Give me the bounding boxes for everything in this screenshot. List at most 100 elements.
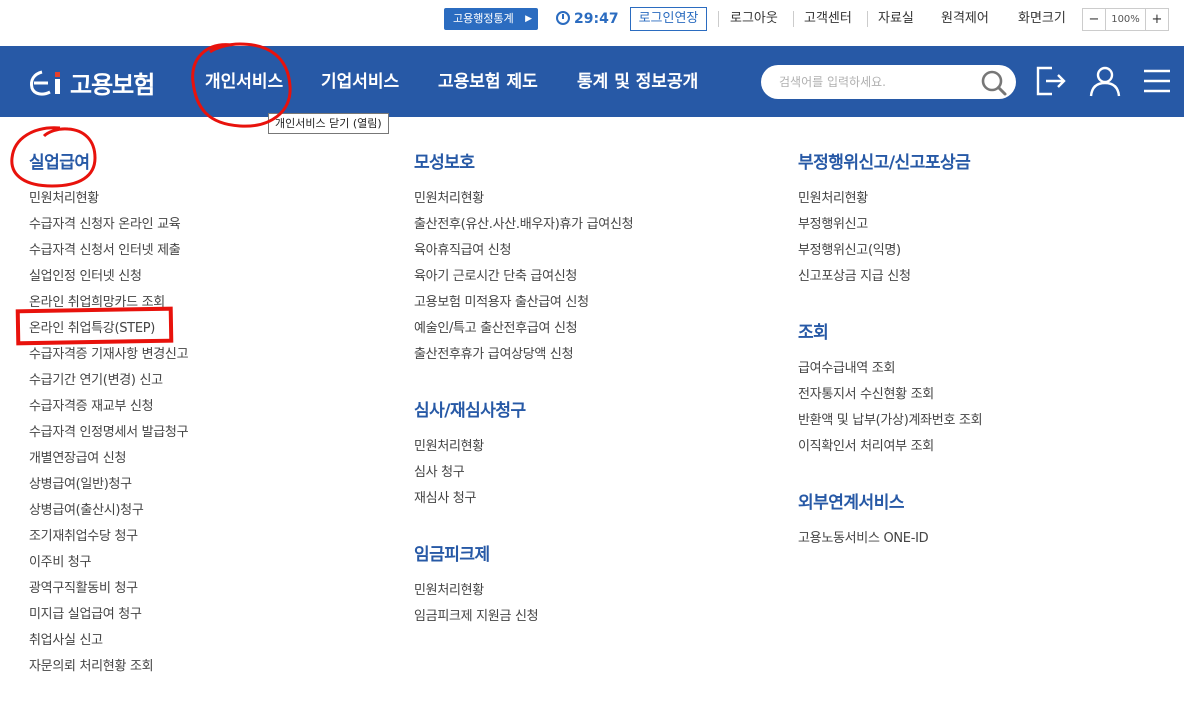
- menu-item[interactable]: 수급자격 신청자 온라인 교육: [29, 212, 188, 238]
- menu-item[interactable]: 신고포상금 지급 신청: [798, 264, 982, 290]
- caret-right-icon: ▶: [525, 14, 532, 24]
- menu-item[interactable]: 임금피크제 지원금 신청: [414, 604, 633, 630]
- section-title-unemployment[interactable]: 실업급여: [29, 150, 188, 176]
- divider: [718, 11, 719, 27]
- menu-item[interactable]: 급여수급내역 조회: [798, 356, 982, 382]
- menu-item[interactable]: 민원처리현황: [798, 186, 982, 212]
- menu-item[interactable]: 고용보험 미적용자 출산급여 신청: [414, 290, 633, 316]
- menu-item[interactable]: 민원처리현황: [29, 186, 188, 212]
- session-timer: 29:47: [556, 8, 619, 30]
- employment-stats-button[interactable]: 고용행정통계 ▶: [444, 8, 538, 30]
- stopwatch-icon: [556, 11, 570, 25]
- menu-item[interactable]: 민원처리현황: [414, 186, 633, 212]
- menu-item[interactable]: 심사 청구: [414, 460, 633, 486]
- menu-item-online-lecture-step[interactable]: 온라인 취업특강(STEP): [29, 316, 188, 342]
- menu-item[interactable]: 수급기간 연기(변경) 신고: [29, 368, 188, 394]
- session-timer-value: 29:47: [574, 11, 619, 27]
- menu-item[interactable]: 미지급 실업급여 청구: [29, 602, 188, 628]
- zoom-out-button[interactable]: −: [1083, 9, 1105, 30]
- external-services-menu-list: 고용노동서비스 ONE-ID: [798, 526, 982, 552]
- menu-item[interactable]: 수급자격증 기재사항 변경신고: [29, 342, 189, 368]
- menu-item[interactable]: 출산전후(유산.사산.배우자)휴가 급여신청: [414, 212, 634, 238]
- menu-item[interactable]: 수급자격 인정명세서 발급청구: [29, 420, 189, 446]
- menu-item[interactable]: 이주비 청구: [29, 550, 188, 576]
- section-inquiry: 조회 급여수급내역 조회 전자통지서 수신현황 조회 반환액 및 납부(가상)계…: [798, 320, 983, 460]
- fraud-report-menu-list: 민원처리현황 부정행위신고 부정행위신고(익명) 신고포상금 지급 신청: [798, 186, 982, 290]
- screen-size-label: 화면크기: [1018, 11, 1066, 26]
- menu-item[interactable]: 민원처리현황: [414, 434, 633, 460]
- menu-item[interactable]: 민원처리현황: [414, 578, 633, 604]
- inquiry-menu-list: 급여수급내역 조회 전자통지서 수신현황 조회 반환액 및 납부(가상)계좌번호…: [798, 356, 983, 460]
- wage-peak-menu-list: 민원처리현황 임금피크제 지원금 신청: [414, 578, 633, 630]
- menu-column-right: 부정행위신고/신고포상금 민원처리현황 부정행위신고 부정행위신고(익명) 신고…: [798, 150, 983, 552]
- zoom-in-button[interactable]: +: [1146, 9, 1168, 30]
- menu-item[interactable]: 예술인/특고 출산전후급여 신청: [414, 316, 633, 342]
- nav-insurance-system[interactable]: 고용보험 제도: [438, 68, 538, 96]
- menu-item[interactable]: 육아휴직급여 신청: [414, 238, 633, 264]
- section-maternity: 모성보호 민원처리현황 출산전후(유산.사산.배우자)휴가 급여신청 육아휴직급…: [414, 150, 634, 368]
- section-title-inquiry[interactable]: 조회: [798, 320, 982, 346]
- menu-item[interactable]: 반환액 및 납부(가상)계좌번호 조회: [798, 408, 983, 434]
- search-box: [761, 65, 1016, 99]
- menu-item[interactable]: 자문의뢰 처리현황 조회: [29, 654, 188, 680]
- nav-business-service[interactable]: 기업서비스: [321, 68, 399, 96]
- nav-tooltip: 개인서비스 닫기 (열림): [268, 113, 389, 134]
- menu-item[interactable]: 취업사실 신고: [29, 628, 188, 654]
- menu-item[interactable]: 상병급여(일반)청구: [29, 472, 188, 498]
- logo-text: 고용보험: [70, 70, 155, 99]
- remote-control-link[interactable]: 원격제어: [941, 8, 989, 30]
- menu-item[interactable]: 재심사 청구: [414, 486, 633, 512]
- zoom-control: − 100% +: [1082, 8, 1169, 31]
- customer-center-link[interactable]: 고객센터: [804, 8, 852, 30]
- review-claim-menu-list: 민원처리현황 심사 청구 재심사 청구: [414, 434, 633, 512]
- logout-link[interactable]: 로그아웃: [730, 8, 778, 30]
- site-logo[interactable]: 고용보험: [28, 66, 155, 99]
- utility-bar: 고용행정통계 ▶ 29:47 로그인연장 로그아웃 고객센터 자료실 원격제어 …: [0, 0, 1184, 46]
- divider: [867, 11, 868, 27]
- menu-item[interactable]: 부정행위신고(익명): [798, 238, 982, 264]
- search-icon[interactable]: [980, 69, 1008, 97]
- main-header: 고용보험 개인서비스 기업서비스 고용보험 제도 통계 및 정보공개: [0, 46, 1184, 117]
- ei-logo-icon: [30, 70, 60, 96]
- employment-stats-label: 고용행정통계: [453, 12, 514, 25]
- menu-item[interactable]: 수급자격 신청서 인터넷 제출: [29, 238, 188, 264]
- maternity-menu-list: 민원처리현황 출산전후(유산.사산.배우자)휴가 급여신청 육아휴직급여 신청 …: [414, 186, 634, 368]
- menu-item[interactable]: 출산전후휴가 급여상당액 신청: [414, 342, 633, 368]
- menu-item[interactable]: 광역구직활동비 청구: [29, 576, 188, 602]
- logout-icon[interactable]: [1034, 64, 1068, 98]
- menu-item[interactable]: 개별연장급여 신청: [29, 446, 188, 472]
- archive-link[interactable]: 자료실: [878, 8, 914, 30]
- menu-column-unemployment: 실업급여 민원처리현황 수급자격 신청자 온라인 교육 수급자격 신청서 인터넷…: [29, 150, 189, 680]
- menu-item[interactable]: 조기재취업수당 청구: [29, 524, 188, 550]
- menu-item[interactable]: 수급자격증 재교부 신청: [29, 394, 188, 420]
- menu-item[interactable]: 이직확인서 처리여부 조회: [798, 434, 982, 460]
- nav-personal-service[interactable]: 개인서비스: [205, 68, 283, 96]
- section-title-fraud-report[interactable]: 부정행위신고/신고포상금: [798, 150, 982, 176]
- menu-item[interactable]: 고용노동서비스 ONE-ID: [798, 526, 982, 552]
- menu-item[interactable]: 상병급여(출산시)청구: [29, 498, 188, 524]
- section-title-maternity[interactable]: 모성보호: [414, 150, 633, 176]
- login-extend-button[interactable]: 로그인연장: [630, 7, 707, 31]
- hamburger-menu-icon[interactable]: [1140, 64, 1174, 98]
- zoom-level: 100%: [1105, 9, 1146, 30]
- unemployment-menu-list: 민원처리현황 수급자격 신청자 온라인 교육 수급자격 신청서 인터넷 제출 실…: [29, 186, 189, 680]
- section-review-claim: 심사/재심사청구 민원처리현황 심사 청구 재심사 청구: [414, 398, 633, 512]
- menu-item[interactable]: 부정행위신고: [798, 212, 982, 238]
- menu-item[interactable]: 실업인정 인터넷 신청: [29, 264, 188, 290]
- section-wage-peak: 임금피크제 민원처리현황 임금피크제 지원금 신청: [414, 542, 633, 630]
- section-title-external-services[interactable]: 외부연계서비스: [798, 490, 982, 516]
- section-title-review-claim[interactable]: 심사/재심사청구: [414, 398, 633, 424]
- menu-item[interactable]: 온라인 취업희망카드 조회: [29, 290, 188, 316]
- menu-item[interactable]: 육아기 근로시간 단축 급여신청: [414, 264, 633, 290]
- section-title-wage-peak[interactable]: 임금피크제: [414, 542, 633, 568]
- user-icon[interactable]: [1088, 64, 1122, 98]
- nav-statistics-info[interactable]: 통계 및 정보공개: [577, 68, 698, 96]
- section-fraud-report: 부정행위신고/신고포상금 민원처리현황 부정행위신고 부정행위신고(익명) 신고…: [798, 150, 982, 290]
- search-input[interactable]: [779, 72, 969, 92]
- menu-item[interactable]: 전자통지서 수신현황 조회: [798, 382, 982, 408]
- section-external-services: 외부연계서비스 고용노동서비스 ONE-ID: [798, 490, 982, 552]
